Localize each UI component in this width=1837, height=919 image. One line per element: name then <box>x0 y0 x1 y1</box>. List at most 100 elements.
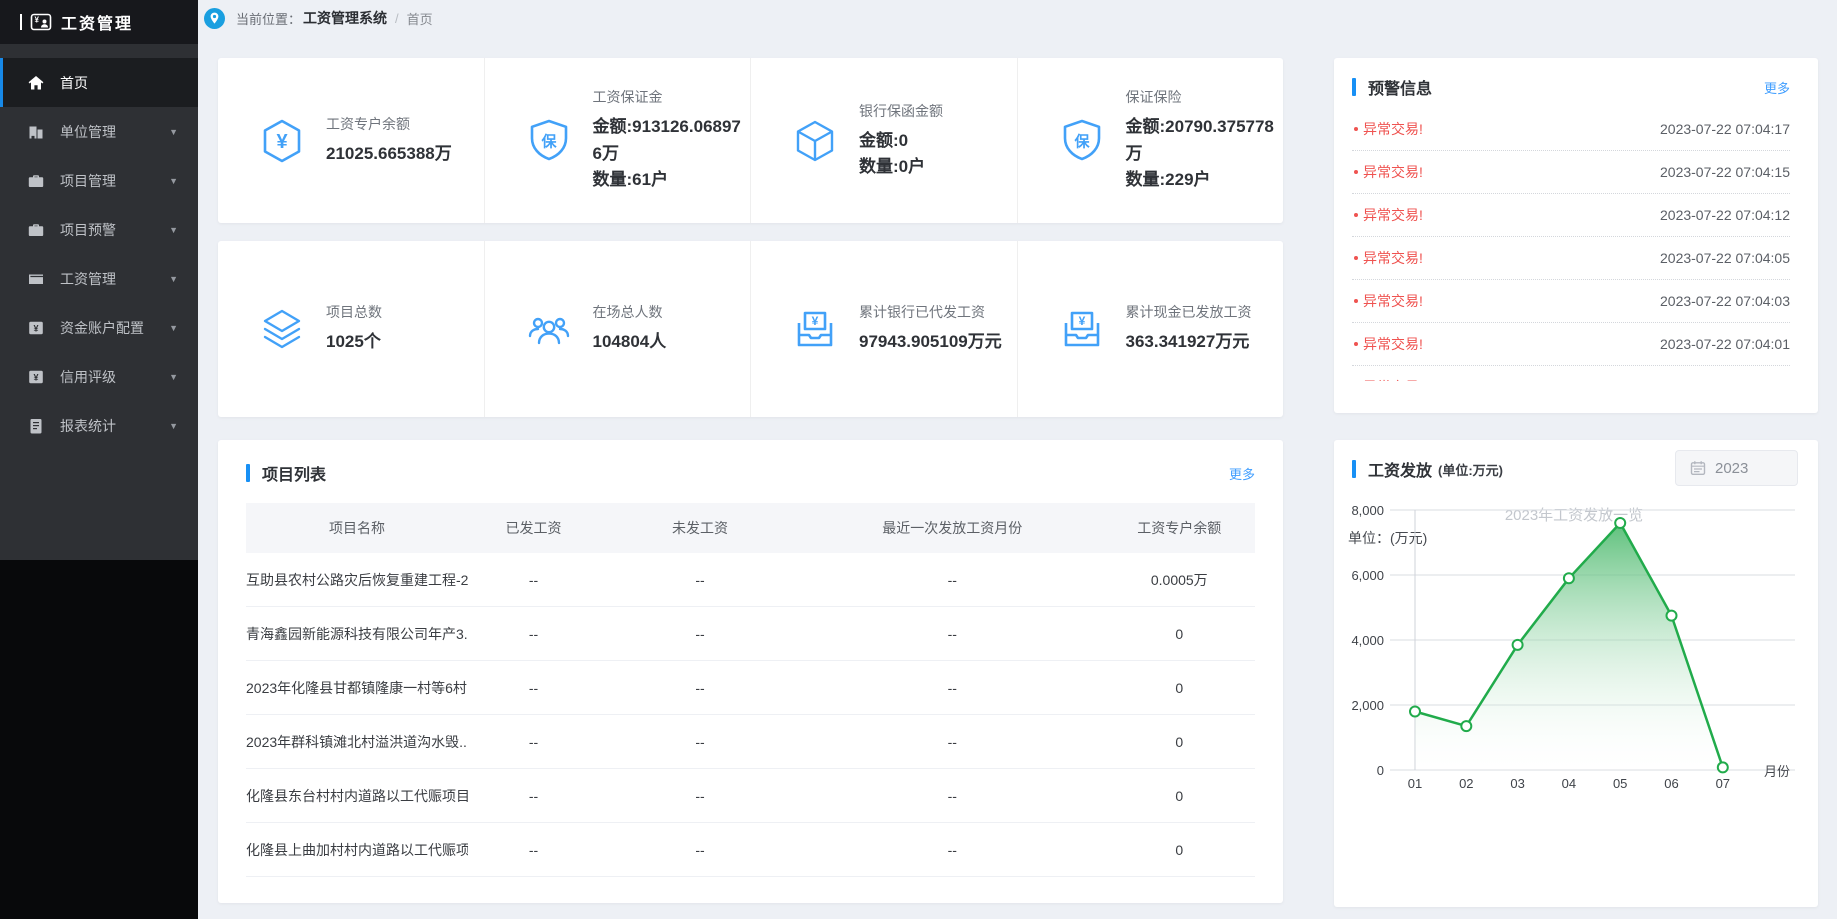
warning-time: 2023-07-22 07:04:12 <box>1660 207 1790 223</box>
project-value-cell: 0 <box>1104 626 1255 642</box>
warning-text-wrap: 异常交易! <box>1352 377 1423 381</box>
project-value-cell: -- <box>468 788 599 804</box>
sidebar-item-org[interactable]: 单位管理▼ <box>0 107 198 156</box>
warning-list-item[interactable]: 异常交易! 2023-07-22 07:04:17 <box>1352 108 1790 151</box>
sidebar-menu: 首页单位管理▼项目管理▼项目预警▼工资管理▼¥资金账户配置▼¥信用评级▼报表统计… <box>0 44 198 560</box>
stat-card-value: 金额:0 <box>859 128 943 154</box>
title-accent-bar <box>246 464 250 482</box>
stat-card-text: 保证保险金额:20790.375778万数量:229户 <box>1126 87 1284 193</box>
svg-text:保: 保 <box>1073 132 1090 150</box>
project-table-row[interactable]: 化隆县上曲加村村内道路以工代赈项目------0 <box>246 823 1255 877</box>
sidebar-item-project[interactable]: 项目管理▼ <box>0 156 198 205</box>
project-list-panel: 项目列表 更多 项目名称已发工资未发工资最近一次发放工资月份工资专户余额互助县农… <box>218 440 1283 903</box>
report-icon <box>27 417 45 435</box>
project-list-more-link[interactable]: 更多 <box>1229 464 1255 483</box>
breadcrumb-root-link[interactable]: 工资管理系统 <box>303 8 387 28</box>
warning-time: 2023-07-22 07:04:17 <box>1660 121 1790 137</box>
project-name-cell: … <box>246 896 468 904</box>
stat-card-text: 累计现金已发放工资363.341927万元 <box>1126 302 1252 355</box>
credit-icon: ¥ <box>27 368 45 386</box>
warning-list-item[interactable]: 异常交易!2023-07-22 07:04:12 <box>1352 194 1790 237</box>
project-value-cell: 0 <box>1104 788 1255 804</box>
stat-card: 在场总人数104804人 <box>484 241 751 417</box>
salary-admin-dashboard: ¥ 工资管理 首页单位管理▼项目管理▼项目预警▼工资管理▼¥资金账户配置▼¥信用… <box>0 0 1837 919</box>
stat-card-label: 工资保证金 <box>593 87 751 107</box>
project-list-title-row: 项目列表 <box>246 461 326 485</box>
warning-list: 异常交易!2023-07-22 07:04:17异常交易!2023-07-22 … <box>1352 108 1790 381</box>
sidebar-item-credit[interactable]: ¥信用评级▼ <box>0 352 198 401</box>
sidebar-item-report[interactable]: 报表统计▼ <box>0 401 198 450</box>
warning-time: 2023-07-22 07:04:01 <box>1660 336 1790 352</box>
project-table-row[interactable]: 2023年化隆县甘都镇隆康一村等6村...------0 <box>246 661 1255 715</box>
salary-panel-title-row: 工资发放 <box>1352 457 1432 481</box>
stat-cards-row-2: 项目总数1025个在场总人数104804人¥累计银行已代发工资97943.905… <box>218 241 1283 417</box>
svg-text:保: 保 <box>540 132 557 150</box>
svg-text:06: 06 <box>1664 776 1678 791</box>
location-pin-icon <box>204 8 225 29</box>
warning-more-link[interactable]: 更多 <box>1764 78 1790 97</box>
people-icon <box>525 305 573 353</box>
project-table-row[interactable]: 青海鑫园新能源科技有限公司年产3...------0 <box>246 607 1255 661</box>
sidebar-item-home[interactable]: 首页 <box>0 58 198 107</box>
warning-text-wrap: 异常交易! <box>1352 119 1423 139</box>
project-value-cell: -- <box>599 680 801 696</box>
project-icon <box>27 172 45 190</box>
layers-icon <box>258 305 306 353</box>
svg-text:05: 05 <box>1613 776 1627 791</box>
svg-text:03: 03 <box>1510 776 1524 791</box>
stat-card-value: 数量:61户 <box>593 167 751 193</box>
chevron-down-icon: ▼ <box>169 127 178 137</box>
salary-panel-unit: (单位:万元) <box>1438 460 1503 479</box>
project-table-row[interactable]: 2023年群科镇滩北村溢洪道沟水毁...------0 <box>246 715 1255 769</box>
project-value-cell: -- <box>468 680 599 696</box>
warning-text: 异常交易! <box>1363 377 1423 381</box>
shield-bao-icon: 保 <box>1058 117 1106 165</box>
warning-list-item[interactable]: 异常交易!2023-07-22 07:04:01 <box>1352 323 1790 366</box>
warning-list-item[interactable]: 异常交易!2023-07-22 07:04:15 <box>1352 151 1790 194</box>
title-accent-bar <box>1352 460 1356 478</box>
stat-card-value: 21025.665388万 <box>326 141 452 167</box>
wallet-icon <box>27 270 45 288</box>
stat-card-value: 金额:913126.068976万 <box>593 114 751 167</box>
sidebar-item-account[interactable]: ¥资金账户配置▼ <box>0 303 198 352</box>
project-value-cell: -- <box>468 572 599 588</box>
year-select-value: 2023 <box>1715 460 1748 477</box>
breadcrumb-separator: / <box>395 11 399 26</box>
svg-text:4,000: 4,000 <box>1351 633 1384 648</box>
salary-chart: 2023年工资发放一览单位：(万元)8,0006,0004,0002,00000… <box>1334 495 1818 855</box>
column-header: 工资专户余额 <box>1104 518 1255 538</box>
svg-text:01: 01 <box>1408 776 1422 791</box>
svg-text:04: 04 <box>1562 776 1576 791</box>
project-value-cell: -- <box>1104 896 1255 904</box>
stat-card: 银行保函金额金额:0数量:0户 <box>750 58 1017 223</box>
warning-list-item[interactable]: 异常交易!2023-07-22 07:04:03 <box>1352 280 1790 323</box>
project-value-cell: 0 <box>1104 680 1255 696</box>
project-value-cell: 0 <box>1104 842 1255 858</box>
warning-list-item[interactable]: 异常交易!2023-07-22 07:04:05 <box>1352 237 1790 280</box>
svg-text:¥: ¥ <box>33 323 38 333</box>
project-value-cell: -- <box>801 788 1104 804</box>
app-title: 工资管理 <box>61 10 133 34</box>
project-table-row[interactable]: 化隆县东台村村内道路以工代赈项目------0 <box>246 769 1255 823</box>
salary-cash-icon: ¥ <box>1058 305 1106 353</box>
stat-card-label: 保证保险 <box>1126 87 1284 107</box>
svg-text:¥: ¥ <box>276 131 288 153</box>
warning-list-item[interactable]: 异常交易!2023-07-22 07:03:50 <box>1352 366 1790 381</box>
warning-text: 异常交易! <box>1363 119 1423 139</box>
project-table-row[interactable]: 互助县农村公路灾后恢复重建工程-2...------0.0005万 <box>246 553 1255 607</box>
sidebar-item-wallet[interactable]: 工资管理▼ <box>0 254 198 303</box>
project-value-cell: -- <box>801 734 1104 750</box>
project-table-row[interactable]: …-------- <box>246 877 1255 903</box>
salary-panel-title: 工资发放 <box>1368 457 1432 481</box>
column-header: 未发工资 <box>599 518 801 538</box>
project-name-cell: 青海鑫园新能源科技有限公司年产3... <box>246 624 468 644</box>
warning-text: 异常交易! <box>1363 248 1423 268</box>
sidebar-item-label: 首页 <box>60 73 88 93</box>
breadcrumb-current[interactable]: 首页 <box>407 9 433 28</box>
stat-card-text: 工资保证金金额:913126.068976万数量:61户 <box>593 87 751 193</box>
year-select[interactable]: 2023 <box>1675 450 1798 486</box>
sidebar-item-label: 信用评级 <box>60 367 116 387</box>
stat-card-value: 1025个 <box>326 329 382 355</box>
sidebar-item-alert[interactable]: 项目预警▼ <box>0 205 198 254</box>
stat-card-text: 工资专户余额21025.665388万 <box>326 114 452 167</box>
